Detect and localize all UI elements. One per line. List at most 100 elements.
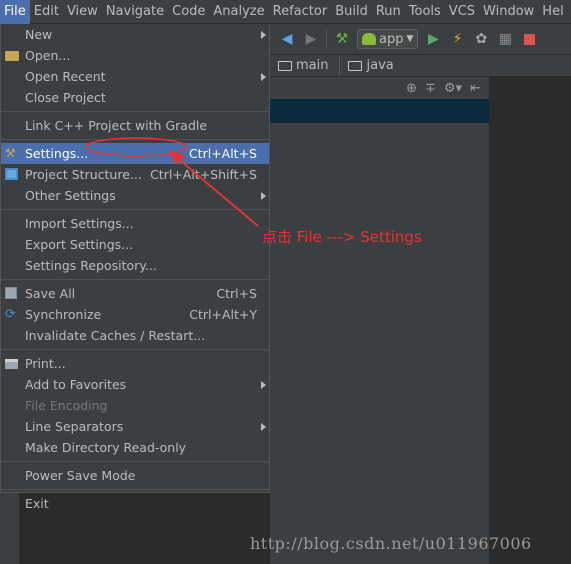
project-panel xyxy=(270,123,489,564)
menu-item-import-settings[interactable]: Import Settings... xyxy=(1,213,269,234)
instant-run-icon[interactable]: ⚡ xyxy=(448,30,466,48)
android-icon xyxy=(362,33,376,45)
menu-file[interactable]: File xyxy=(0,0,30,24)
menu-item-make-directory-read-only[interactable]: Make Directory Read-only xyxy=(1,437,269,458)
back-arrow-icon[interactable]: ◀ xyxy=(278,30,296,48)
menu-divider xyxy=(1,486,269,490)
run-config-dropdown[interactable]: app ▼ xyxy=(357,29,419,49)
menu-item-exit[interactable]: Exit xyxy=(1,493,269,514)
forward-arrow-icon[interactable]: ▶ xyxy=(302,30,320,48)
menu-item-label: Import Settings... xyxy=(25,216,134,231)
menu-hel[interactable]: Hel xyxy=(538,0,567,24)
folder-icon xyxy=(348,60,363,71)
menu-item-label: Add to Favorites xyxy=(25,377,127,392)
menu-item-other-settings[interactable]: Other Settings xyxy=(1,185,269,206)
submenu-arrow-icon xyxy=(261,73,266,81)
menu-item-add-to-favorites[interactable]: Add to Favorites xyxy=(1,374,269,395)
submenu-arrow-icon xyxy=(261,381,266,389)
menu-item-label: Line Separators xyxy=(25,419,124,434)
sync-icon: ⟳ xyxy=(5,307,16,322)
menu-divider xyxy=(1,458,269,462)
editor-area[interactable] xyxy=(489,77,571,564)
breadcrumb-item-main[interactable]: main xyxy=(296,58,328,73)
menu-item-shortcut: Ctrl+Alt+Shift+S xyxy=(150,167,257,182)
menu-item-export-settings[interactable]: Export Settings... xyxy=(1,234,269,255)
toolbar-separator xyxy=(326,30,327,48)
project-structure-icon xyxy=(5,168,19,181)
menu-item-new[interactable]: New xyxy=(1,24,269,45)
menu-refactor[interactable]: Refactor xyxy=(269,0,332,24)
menu-item-file-encoding: File Encoding xyxy=(1,395,269,416)
menu-bar: File Edit View Navigate Code Analyze Refactor B… xyxy=(0,0,571,24)
menu-code[interactable]: Code xyxy=(168,0,209,24)
project-tree-selection[interactable] xyxy=(270,99,489,123)
menu-item-power-save-mode[interactable]: Power Save Mode xyxy=(1,465,269,486)
menu-item-label: Open... xyxy=(25,48,71,63)
profile-icon[interactable]: ▦ xyxy=(496,30,514,48)
menu-item-invalidate-caches-restart[interactable]: Invalidate Caches / Restart... xyxy=(1,325,269,346)
menu-item-label: Close Project xyxy=(25,90,106,105)
menu-run[interactable]: Run xyxy=(372,0,405,24)
menu-item-label: Link C++ Project with Gradle xyxy=(25,118,208,133)
menu-vcs[interactable]: VCS xyxy=(445,0,479,24)
menu-item-shortcut: Ctrl+Alt+Y xyxy=(189,307,257,322)
menu-item-open[interactable]: Open... xyxy=(1,45,269,66)
save-icon xyxy=(5,287,19,300)
target-icon[interactable]: ⊕ xyxy=(406,81,417,96)
menu-tools[interactable]: Tools xyxy=(405,0,445,24)
menu-build[interactable]: Build xyxy=(331,0,372,24)
menu-analyze[interactable]: Analyze xyxy=(209,0,268,24)
menu-item-label: Invalidate Caches / Restart... xyxy=(25,328,206,343)
print-icon xyxy=(5,357,19,370)
menu-item-label: Synchronize xyxy=(25,307,102,322)
menu-item-shortcut: Ctrl+S xyxy=(216,286,257,301)
wrench-icon: ⚒ xyxy=(5,146,16,160)
menu-item-close-project[interactable]: Close Project xyxy=(1,87,269,108)
menu-item-label: Power Save Mode xyxy=(25,468,136,483)
menu-view[interactable]: View xyxy=(63,0,102,24)
menu-item-label: File Encoding xyxy=(25,398,108,413)
menu-item-label: Settings... xyxy=(25,146,89,161)
menu-item-label: Exit xyxy=(25,496,49,511)
menu-divider xyxy=(1,136,269,140)
folder-icon xyxy=(5,49,19,62)
menu-item-label: Open Recent xyxy=(25,69,106,84)
menu-item-settings[interactable]: ⚒ Settings... Ctrl+Alt+S xyxy=(1,143,269,164)
hide-panel-icon[interactable]: ⇤ xyxy=(470,81,481,96)
menu-divider xyxy=(1,276,269,280)
menu-item-link-c-project-with-gradle[interactable]: Link C++ Project with Gradle xyxy=(1,115,269,136)
breadcrumb-separator xyxy=(332,55,341,76)
run-icon[interactable]: ▶ xyxy=(424,30,442,48)
gear-icon[interactable]: ⚙▾ xyxy=(444,81,462,96)
menu-item-label: Export Settings... xyxy=(25,237,134,252)
menu-item-open-recent[interactable]: Open Recent xyxy=(1,66,269,87)
run-config-label: app xyxy=(379,31,404,47)
submenu-arrow-icon xyxy=(261,192,266,200)
make-hammer-icon[interactable]: ⚒ xyxy=(333,30,351,48)
menu-item-print[interactable]: Print... xyxy=(1,353,269,374)
collapse-icon[interactable]: ∓ xyxy=(425,81,436,96)
menu-edit[interactable]: Edit xyxy=(30,0,63,24)
menu-item-label: Save All xyxy=(25,286,76,301)
file-menu: New Open... Open Recent Close Project Link C… xyxy=(0,24,270,511)
stop-icon[interactable] xyxy=(520,30,538,48)
debug-bug-icon[interactable]: ✿ xyxy=(472,30,490,48)
menu-item-line-separators[interactable]: Line Separators xyxy=(1,416,269,437)
menu-item-label: Settings Repository... xyxy=(25,258,157,273)
menu-item-save-all[interactable]: Save All Ctrl+S xyxy=(1,283,269,304)
main-toolbar: ◀ ▶ ⚒ app ▼ ▶ ⚡ ✿ ▦ xyxy=(270,24,571,54)
menu-navigate[interactable]: Navigate xyxy=(102,0,168,24)
menu-item-settings-repository[interactable]: Settings Repository... xyxy=(1,255,269,276)
menu-item-project-structure[interactable]: Project Structure... Ctrl+Alt+Shift+S xyxy=(1,164,269,185)
menu-window[interactable]: Window xyxy=(479,0,538,24)
menu-item-label: Make Directory Read-only xyxy=(25,440,187,455)
breadcrumb-item-java[interactable]: java xyxy=(366,58,393,73)
folder-icon xyxy=(278,60,292,71)
breadcrumb: main java xyxy=(270,54,571,76)
watermark: http://blog.csdn.net/u011967006 xyxy=(250,534,532,553)
menu-divider xyxy=(1,206,269,210)
menu-item-label: Print... xyxy=(25,356,66,371)
menu-item-label: New xyxy=(25,27,53,42)
menu-divider xyxy=(1,108,269,112)
menu-item-synchronize[interactable]: ⟳ Synchronize Ctrl+Alt+Y xyxy=(1,304,269,325)
